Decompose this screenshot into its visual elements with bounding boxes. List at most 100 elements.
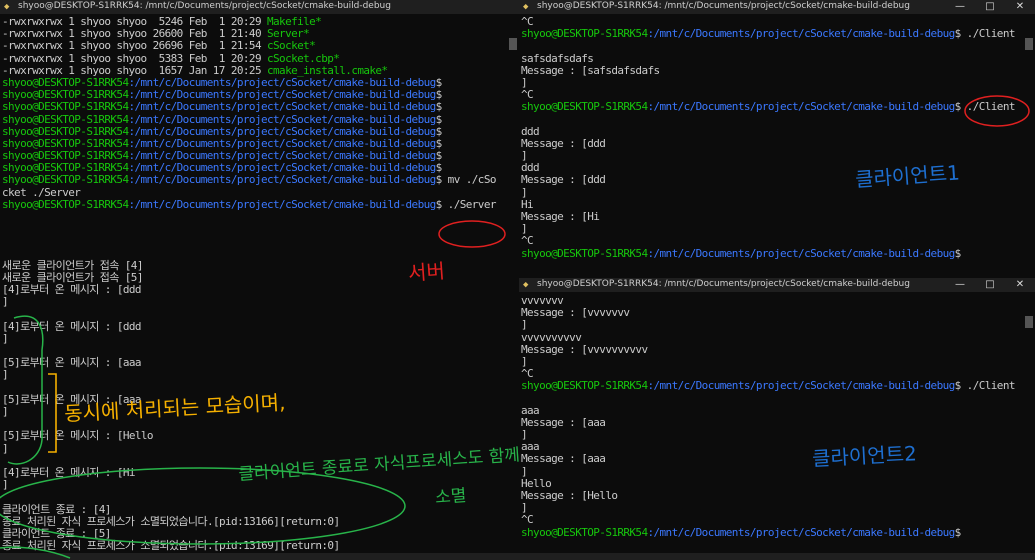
minimize-button[interactable]: — (945, 0, 975, 14)
client-output-text: ] (521, 185, 528, 199)
server-output-text: [4]로부터 온 메시지 : [ddd (2, 319, 142, 333)
prompt-user: shyoo@DESKTOP-S1RRK54 (521, 27, 648, 41)
scrollbar[interactable] (507, 14, 519, 553)
terminal-line: ] (2, 405, 505, 418)
terminal-app-icon: ◆ (523, 2, 529, 12)
client2-terminal-window[interactable]: ◆ shyoo@DESKTOP-S1RRK54: /mnt/c/Document… (519, 278, 1035, 553)
command-continuation: cket ./Server (2, 185, 81, 199)
window-title: shyoo@DESKTOP-S1RRK54: /mnt/c/Documents/… (537, 1, 910, 11)
terminal-line: ] (521, 465, 1021, 478)
prompt-user: shyoo@DESKTOP-S1RRK54 (521, 525, 648, 539)
scrollbar[interactable] (1023, 292, 1035, 553)
prompt-user: shyoo@DESKTOP-S1RRK54 (521, 100, 648, 114)
server-output-text: ] (2, 405, 9, 418)
prompt-user: shyoo@DESKTOP-S1RRK54 (2, 75, 129, 89)
client-output-text: Message : [vvvvvvvvvv (521, 342, 648, 356)
maximize-button[interactable]: □ (975, 0, 1005, 14)
terminal-line: [5]로부터 온 메시지 : [Hello (2, 430, 505, 442)
scrollbar-thumb[interactable] (509, 38, 517, 50)
client-output-text: ] (521, 318, 528, 332)
prompt-command: $ ./Client (954, 100, 1016, 114)
file-permissions: -rwxrwxrwx 1 shyoo shyoo 26696 Feb 1 21:… (2, 39, 267, 53)
terminal-line: [4]로부터 온 메시지 : [Hi (2, 465, 505, 479)
terminal-line: Message : [safsdafsdafs (521, 64, 1021, 77)
file-name: cSocket* (267, 39, 316, 53)
client-output-text: Message : [ddd (521, 173, 606, 187)
terminal-line: Message : [aaa (521, 453, 1021, 465)
prompt-path: :/mnt/c/Documents/project/cSocket/cmake-… (128, 149, 436, 163)
file-permissions: -rwxrwxrwx 1 shyoo shyoo 26600 Feb 1 21:… (2, 27, 267, 41)
server-output-text: ] (2, 295, 9, 309)
terminal-output[interactable]: -rwxrwxrwx 1 shyoo shyoo 5246 Feb 1 20:2… (2, 15, 505, 553)
terminal-output[interactable]: ^C shyoo@DESKTOP-S1RRK54:/mnt/c/Documents… (521, 15, 1021, 272)
client1-terminal-window[interactable]: ◆ shyoo@DESKTOP-S1RRK54: /mnt/c/Document… (519, 0, 1035, 272)
prompt-command: $ (435, 75, 443, 89)
prompt-user: shyoo@DESKTOP-S1RRK54 (2, 124, 129, 138)
title-bar[interactable]: ◆ shyoo@DESKTOP-S1RRK54: /mnt/c/Document… (519, 278, 1035, 292)
client-output-text: ^C (521, 234, 534, 248)
prompt-path: :/mnt/c/Documents/project/cSocket/cmake-… (647, 27, 955, 41)
terminal-output[interactable]: vvvvvvv Message : [vvvvvvv] vvvvvvvvvv Mess… (521, 294, 1021, 553)
terminal-line: shyoo@DESKTOP-S1RRK54:/mnt/c/Documents/p… (521, 28, 1021, 40)
scrollbar-thumb[interactable] (1025, 38, 1033, 50)
prompt-command: $ (435, 136, 443, 150)
terminal-line: ] (2, 441, 505, 455)
server-output-text: [4]로부터 온 메시지 : [Hi (2, 465, 135, 479)
terminal-line: ] (521, 185, 1021, 199)
prompt-command: $ (435, 100, 443, 114)
scrollbar-thumb[interactable] (1025, 316, 1033, 328)
terminal-line: Message : [vvvvvvvvvv (521, 342, 1021, 356)
client-output-text: Message : [aaa (521, 452, 606, 466)
client-output-text: Hi (521, 197, 534, 211)
client-output-text: Hello (521, 476, 552, 490)
server-output-text: 새로운 클라이언트가 접속 [4] (2, 258, 143, 272)
client-output-text: ddd (521, 124, 540, 138)
client-output-text: ^C (521, 15, 534, 28)
scrollbar[interactable] (1023, 14, 1035, 272)
client-output-text: aaa (521, 403, 540, 417)
prompt-path: :/mnt/c/Documents/project/cSocket/cmake-… (128, 88, 436, 102)
minimize-button[interactable]: — (945, 278, 975, 292)
prompt-user: shyoo@DESKTOP-S1RRK54 (2, 112, 129, 126)
terminal-line: ] (2, 296, 505, 308)
title-bar[interactable]: ◆ shyoo@DESKTOP-S1RRK54: /mnt/c/Document… (519, 0, 1035, 14)
terminal-line: ] (521, 149, 1021, 162)
client-output-text: aaa (521, 440, 540, 454)
close-button[interactable]: ✕ (1005, 0, 1035, 14)
prompt-user: shyoo@DESKTOP-S1RRK54 (2, 100, 129, 114)
terminal-line: ] (2, 479, 505, 491)
client-output-text: ] (521, 222, 528, 236)
client-output-text: Message : [aaa (521, 415, 606, 429)
prompt-path: :/mnt/c/Documents/project/cSocket/cmake-… (128, 197, 436, 211)
terminal-line: Message : [Hi (521, 210, 1021, 223)
taskbar-strip (0, 553, 1035, 560)
terminal-line: ] (521, 223, 1021, 235)
terminal-app-icon: ◆ (4, 2, 10, 12)
terminal-line: [4]로부터 온 메시지 : [ddd (2, 319, 505, 333)
maximize-button[interactable]: □ (975, 278, 1005, 292)
file-permissions: -rwxrwxrwx 1 shyoo shyoo 5383 Feb 1 20:2… (2, 51, 267, 65)
terminal-line: ] (521, 319, 1021, 331)
client-output-text: vvvvvvv (521, 294, 564, 307)
client-output-text: ^C (521, 513, 534, 527)
prompt-command: $ ./Client (954, 27, 1016, 41)
server-terminal-window[interactable]: ◆ shyoo@DESKTOP-S1RRK54: /mnt/c/Document… (0, 0, 519, 553)
terminal-line: ] (521, 76, 1021, 89)
terminal-line: shyoo@DESKTOP-S1RRK54:/mnt/c/Documents/p… (521, 101, 1021, 113)
terminal-line: 종료 처리된 자식 프로세스가 소멸되었습니다.[pid:13169][retu… (2, 539, 505, 552)
terminal-line: shyoo@DESKTOP-S1RRK54:/mnt/c/Documents/p… (2, 197, 505, 211)
prompt-path: :/mnt/c/Documents/project/cSocket/cmake-… (128, 100, 436, 114)
title-bar[interactable]: ◆ shyoo@DESKTOP-S1RRK54: /mnt/c/Document… (0, 0, 519, 14)
server-output-text: [5]로부터 온 메시지 : [aaa (2, 356, 142, 370)
close-button[interactable]: ✕ (1005, 278, 1035, 292)
prompt-user: shyoo@DESKTOP-S1RRK54 (2, 88, 129, 102)
file-permissions: -rwxrwxrwx 1 shyoo shyoo 5246 Feb 1 20:2… (2, 15, 267, 28)
window-title: shyoo@DESKTOP-S1RRK54: /mnt/c/Documents/… (537, 279, 910, 289)
server-output-text: ] (2, 441, 9, 455)
prompt-path: :/mnt/c/Documents/project/cSocket/cmake-… (647, 100, 955, 114)
file-name: Server* (267, 27, 310, 41)
client-output-text: safsdafsdafs (521, 51, 594, 65)
